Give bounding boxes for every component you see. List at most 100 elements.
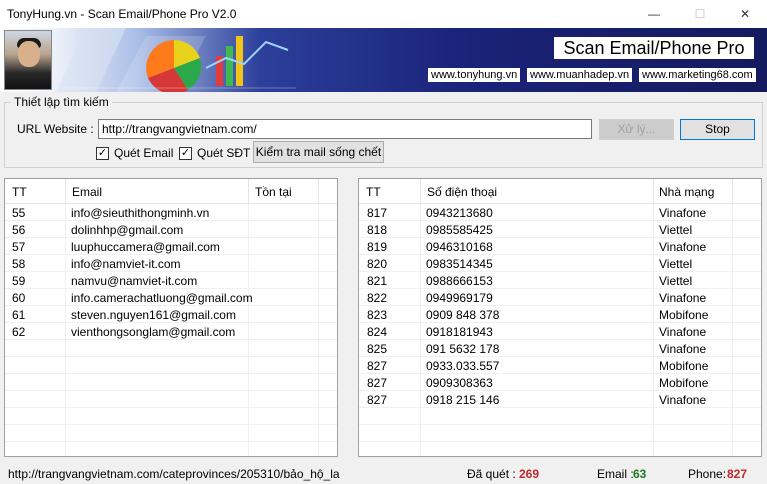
cell-phone: 0988666153 — [426, 274, 493, 288]
phone-list-header: TT Số điện thoại Nhà mạng — [359, 179, 761, 204]
table-row[interactable]: 58 info@namviet-it.com — [5, 255, 337, 272]
empty-row — [5, 357, 337, 374]
cell-phone: 0949969179 — [426, 291, 493, 305]
column-header-tt[interactable]: TT — [366, 185, 381, 199]
header-separator[interactable] — [420, 179, 421, 204]
table-row[interactable]: 62 vienthongsonglam@gmail.com — [5, 323, 337, 340]
cell-carrier: Vinafone — [659, 325, 707, 339]
cell-tt: 827 — [367, 393, 388, 407]
table-row[interactable]: 59 namvu@namviet-it.com — [5, 272, 337, 289]
minimize-button[interactable]: — — [632, 0, 676, 28]
site-link-muanhadep[interactable]: www.muanhadep.vn — [527, 68, 633, 82]
cell-email: info.camerachatluong@gmail.com — [71, 291, 253, 305]
cell-carrier: Vinafone — [659, 291, 707, 305]
phone-rows: 817 0943213680 Vinafone 818 0985585425 Viette… — [359, 204, 761, 456]
cell-tt: 55 — [12, 206, 26, 220]
process-button[interactable]: Xử lý... — [599, 119, 674, 140]
cell-tt: 819 — [367, 240, 388, 254]
cell-tt: 822 — [367, 291, 388, 305]
banner-title: Scan Email/Phone Pro — [554, 37, 754, 59]
cell-tt: 60 — [12, 291, 26, 305]
table-row[interactable]: 819 0946310168 Vinafone — [359, 238, 761, 255]
column-header-phone[interactable]: Số điện thoại — [427, 185, 497, 199]
table-row[interactable]: 827 0933.033.557 Mobifone — [359, 357, 761, 374]
stop-button[interactable]: Stop — [680, 119, 755, 140]
cell-carrier: Viettel — [659, 257, 693, 271]
cell-tt: 818 — [367, 223, 388, 237]
cell-carrier: Mobifone — [659, 359, 709, 373]
checkbox-check-icon: ✓ — [179, 146, 192, 160]
cell-phone: 0918 215 146 — [426, 393, 500, 407]
settings-legend: Thiết lập tìm kiếm — [11, 95, 112, 109]
table-row[interactable]: 56 dolinhhp@gmail.com — [5, 221, 337, 238]
empty-row — [5, 442, 337, 456]
phone-count: 827 — [727, 467, 748, 481]
cell-tt: 817 — [367, 206, 388, 220]
url-input[interactable]: http://trangvangvietnam.com/ — [98, 119, 592, 139]
column-header-email[interactable]: Email — [72, 185, 102, 199]
table-row[interactable]: 61 steven.nguyen161@gmail.com — [5, 306, 337, 323]
cell-phone: 0943213680 — [426, 206, 493, 220]
cell-tt: 58 — [12, 257, 26, 271]
table-row[interactable]: 824 0918181943 Vinafone — [359, 323, 761, 340]
header-separator[interactable] — [732, 179, 733, 204]
table-row[interactable]: 822 0949969179 Vinafone — [359, 289, 761, 306]
scan-phone-checkbox[interactable]: ✓ Quét SĐT — [179, 146, 250, 160]
cell-email: namvu@namviet-it.com — [71, 274, 198, 288]
banner-chart-graphic — [56, 28, 296, 92]
header-separator[interactable] — [248, 179, 249, 204]
table-row[interactable]: 820 0983514345 Viettel — [359, 255, 761, 272]
table-row[interactable]: 827 0909308363 Mobifone — [359, 374, 761, 391]
table-row[interactable]: 823 0909 848 378 Mobifone — [359, 306, 761, 323]
close-button[interactable]: ✕ — [723, 0, 767, 28]
check-mail-button[interactable]: Kiểm tra mail sống chết — [253, 141, 384, 163]
table-row[interactable]: 825 091 5632 178 Vinafone — [359, 340, 761, 357]
status-bar: http://trangvangvietnam.com/cateprovince… — [0, 462, 767, 484]
cell-email: info@sieuthithongminh.vn — [71, 206, 210, 220]
cell-carrier: Viettel — [659, 274, 693, 288]
cell-tt: 62 — [12, 325, 26, 339]
header-separator[interactable] — [318, 179, 319, 204]
empty-row — [5, 425, 337, 442]
cell-carrier: Mobifone — [659, 376, 709, 390]
phone-list[interactable]: TT Số điện thoại Nhà mạng 817 0943213680 V… — [358, 178, 762, 457]
site-link-marketing68[interactable]: www.marketing68.com — [639, 68, 756, 82]
cell-phone: 0918181943 — [426, 325, 493, 339]
header-banner: Scan Email/Phone Pro www.tonyhung.vn www… — [0, 28, 767, 92]
cell-phone: 0946310168 — [426, 240, 493, 254]
cell-tt: 824 — [367, 325, 388, 339]
cell-tt: 827 — [367, 359, 388, 373]
window-title: TonyHung.vn - Scan Email/Phone Pro V2.0 — [7, 7, 237, 21]
column-header-carrier[interactable]: Nhà mạng — [659, 185, 714, 199]
table-row[interactable]: 57 luuphuccamera@gmail.com — [5, 238, 337, 255]
table-row[interactable]: 818 0985585425 Viettel — [359, 221, 761, 238]
maximize-button[interactable]: ☐ — [678, 0, 722, 28]
avatar-face — [18, 41, 40, 67]
table-row[interactable]: 821 0988666153 Viettel — [359, 272, 761, 289]
column-header-exists[interactable]: Tồn tại — [255, 185, 292, 199]
table-row[interactable]: 55 info@sieuthithongminh.vn — [5, 204, 337, 221]
cell-tt: 827 — [367, 376, 388, 390]
site-link-tonyhung[interactable]: www.tonyhung.vn — [428, 68, 521, 82]
email-rows: 55 info@sieuthithongminh.vn 56 dolinhhp@gma… — [5, 204, 337, 456]
url-label: URL Website : — [17, 122, 94, 136]
column-header-tt[interactable]: TT — [12, 185, 27, 199]
cell-phone: 0909 848 378 — [426, 308, 500, 322]
table-row[interactable]: 817 0943213680 Vinafone — [359, 204, 761, 221]
table-row[interactable]: 827 0918 215 146 Vinafone — [359, 391, 761, 408]
cell-email: vienthongsonglam@gmail.com — [71, 325, 236, 339]
empty-row — [5, 408, 337, 425]
email-list-header: TT Email Tồn tại — [5, 179, 337, 204]
cell-email: dolinhhp@gmail.com — [71, 223, 184, 237]
table-row[interactable]: 60 info.camerachatluong@gmail.com — [5, 289, 337, 306]
scan-email-checkbox[interactable]: ✓ Quét Email — [96, 146, 173, 160]
email-count: 63 — [633, 467, 647, 481]
cell-phone: 091 5632 178 — [426, 342, 500, 356]
cell-tt: 821 — [367, 274, 388, 288]
email-list[interactable]: TT Email Tồn tại 55 info@sieuthithongminh… — [4, 178, 338, 457]
scan-phone-label: Quét SĐT — [197, 146, 251, 160]
cell-carrier: Vinafone — [659, 393, 707, 407]
header-separator[interactable] — [653, 179, 654, 204]
cell-tt: 61 — [12, 308, 26, 322]
header-separator[interactable] — [65, 179, 66, 204]
